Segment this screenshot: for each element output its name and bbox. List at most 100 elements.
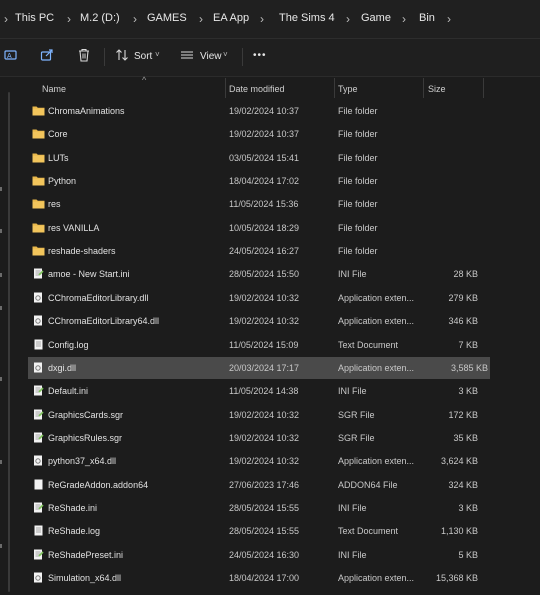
file-size: 279 KB (448, 292, 478, 303)
column-divider[interactable] (483, 78, 484, 98)
chevron-down-icon[interactable]: ˅ (155, 50, 160, 59)
breadcrumb-item-bin[interactable]: Bin (419, 12, 435, 24)
file-type: INI File (338, 386, 367, 397)
column-size[interactable]: Size (428, 84, 446, 94)
nav-marker (0, 306, 2, 310)
file-name: CChromaEditorLibrary.dll (48, 292, 149, 303)
file-row[interactable]: reshade-shaders 24/05/2024 16:27 File fold… (18, 240, 540, 262)
column-divider[interactable] (225, 78, 226, 98)
file-name: ReGradeAddon.addon64 (48, 479, 149, 490)
file-date-modified: 19/02/2024 10:32 (229, 409, 300, 420)
file-row[interactable]: res VANILLA 10/05/2024 18:29 File folder (18, 217, 540, 239)
file-row[interactable]: ReShadePreset.ini 24/05/2024 16:30 INI Fil… (18, 544, 540, 566)
file-date-modified: 19/02/2024 10:32 (229, 316, 300, 327)
breadcrumb-item-the-sims-4[interactable]: The Sims 4 (279, 12, 335, 24)
file-type: Application exten... (338, 292, 415, 303)
chevron-right-icon[interactable]: › (199, 12, 203, 26)
file-size: 3,624 KB (440, 456, 478, 467)
file-size: 3 KB (458, 386, 478, 397)
column-divider[interactable] (423, 78, 424, 98)
file-row[interactable]: ReShade.log 28/05/2024 15:55 Text Document… (18, 520, 540, 542)
file-name: reshade-shaders (48, 246, 116, 257)
file-row[interactable]: CChromaEditorLibrary64.dll 19/02/2024 10:… (18, 310, 540, 332)
nav-marker (0, 460, 2, 464)
breadcrumb-item-game[interactable]: Game (361, 12, 391, 24)
file-row[interactable]: amoe - New Start.ini 28/05/2024 15:50 INI … (18, 263, 540, 285)
column-type[interactable]: Type (338, 84, 358, 94)
file-type: SGR File (338, 432, 375, 443)
breadcrumb-item-this-pc[interactable]: This PC (15, 12, 54, 24)
chevron-right-icon[interactable]: › (346, 12, 350, 26)
file-row[interactable]: Default.ini 11/05/2024 14:38 INI File 3 KB (18, 380, 540, 402)
breadcrumb-item-games[interactable]: GAMES (147, 12, 187, 24)
file-row[interactable]: CChromaEditorLibrary.dll 19/02/2024 10:32… (18, 287, 540, 309)
file-name: ReShade.ini (48, 502, 98, 513)
file-row[interactable]: python37_x64.dll 19/02/2024 10:32 Applicat… (18, 450, 540, 472)
file-row[interactable]: ReGradeAddon.addon64 27/06/2023 17:46 ADDO… (18, 474, 540, 496)
column-date-modified[interactable]: Date modified (229, 84, 285, 94)
chevron-right-icon[interactable]: › (402, 12, 406, 26)
file-row[interactable]: res 11/05/2024 15:36 File folder (18, 193, 540, 215)
file-row[interactable]: Python 18/04/2024 17:02 File folder (18, 170, 540, 192)
nav-marker (0, 273, 2, 277)
view-button[interactable]: View (200, 51, 222, 62)
file-date-modified: 28/05/2024 15:55 (229, 502, 300, 513)
chevron-right-icon[interactable]: › (4, 12, 8, 26)
view-icon[interactable] (178, 48, 196, 66)
file-row[interactable]: ReShade.ini 28/05/2024 15:55 INI File 3 KB (18, 497, 540, 519)
sort-button[interactable]: Sort (134, 51, 152, 62)
chevron-right-icon[interactable]: › (133, 12, 137, 26)
file-row[interactable]: Config.log 11/05/2024 15:09 Text Document 7… (18, 334, 540, 356)
file-row[interactable]: GraphicsCards.sgr 19/02/2024 10:32 SGR Fil… (18, 404, 540, 426)
share-icon[interactable] (38, 48, 56, 66)
file-type: File folder (338, 176, 378, 187)
folder-icon (32, 198, 45, 209)
file-row[interactable]: Core 19/02/2024 10:37 File folder (18, 123, 540, 145)
column-name[interactable]: Name (42, 84, 66, 94)
file-type: File folder (338, 246, 378, 257)
file-name: Core (48, 129, 68, 140)
file-type: ADDON64 File (338, 479, 398, 490)
file-date-modified: 19/02/2024 10:32 (229, 292, 300, 303)
sgr-file-icon (32, 432, 45, 443)
file-row[interactable]: Simulation_x64.dll 18/04/2024 17:00 Applic… (18, 567, 540, 589)
rename-icon[interactable]: A (2, 48, 20, 66)
more-options-button[interactable]: ••• (253, 50, 267, 61)
file-size: 7 KB (458, 339, 478, 350)
file-name: ReShade.log (48, 526, 101, 537)
file-date-modified: 27/06/2023 17:46 (229, 479, 300, 490)
chevron-down-icon[interactable]: ˅ (223, 50, 228, 59)
sort-icon[interactable] (113, 48, 131, 66)
file-date-modified: 11/05/2024 15:36 (229, 199, 299, 210)
chevron-right-icon[interactable]: › (447, 12, 451, 26)
dll-file-icon (32, 292, 45, 303)
file-size: 15,368 KB (435, 573, 478, 583)
file-row[interactable]: GraphicsRules.sgr 19/02/2024 10:32 SGR Fil… (18, 427, 540, 449)
column-divider[interactable] (334, 78, 335, 98)
file-type: Application exten... (338, 316, 415, 327)
breadcrumb-item-drive[interactable]: M.2 (D:) (80, 12, 120, 24)
file-row[interactable]: LUTs 03/05/2024 15:41 File folder (18, 147, 540, 169)
folder-icon (32, 222, 45, 233)
nav-marker (0, 544, 2, 548)
file-size: 3 KB (458, 502, 478, 513)
breadcrumb-item-ea-app[interactable]: EA App (213, 12, 249, 24)
file-type: INI File (338, 549, 367, 560)
file-date-modified: 20/03/2024 17:17 (229, 362, 300, 373)
delete-icon[interactable] (75, 48, 93, 66)
file-type: Application exten... (338, 456, 415, 467)
file-date-modified: 18/04/2024 17:00 (229, 573, 300, 583)
chevron-right-icon[interactable]: › (67, 12, 71, 26)
file-name: CChromaEditorLibrary64.dll (48, 316, 160, 327)
file-name: ReShadePreset.ini (48, 549, 124, 560)
file-name: Default.ini (48, 386, 89, 397)
file-row-selected[interactable]: dxgi.dll 20/03/2024 17:17 Application exte… (28, 356, 490, 379)
file-size: 172 KB (448, 409, 478, 420)
scrollbar[interactable] (8, 92, 10, 592)
chevron-right-icon[interactable]: › (260, 12, 264, 26)
file-date-modified: 24/05/2024 16:30 (229, 549, 300, 560)
sgr-file-icon (32, 409, 45, 420)
svg-text:A: A (7, 53, 12, 60)
column-header: ^ Name Date modified Type Size (18, 75, 540, 100)
file-row[interactable]: ChromaAnimations 19/02/2024 10:37 File fol… (18, 100, 540, 122)
